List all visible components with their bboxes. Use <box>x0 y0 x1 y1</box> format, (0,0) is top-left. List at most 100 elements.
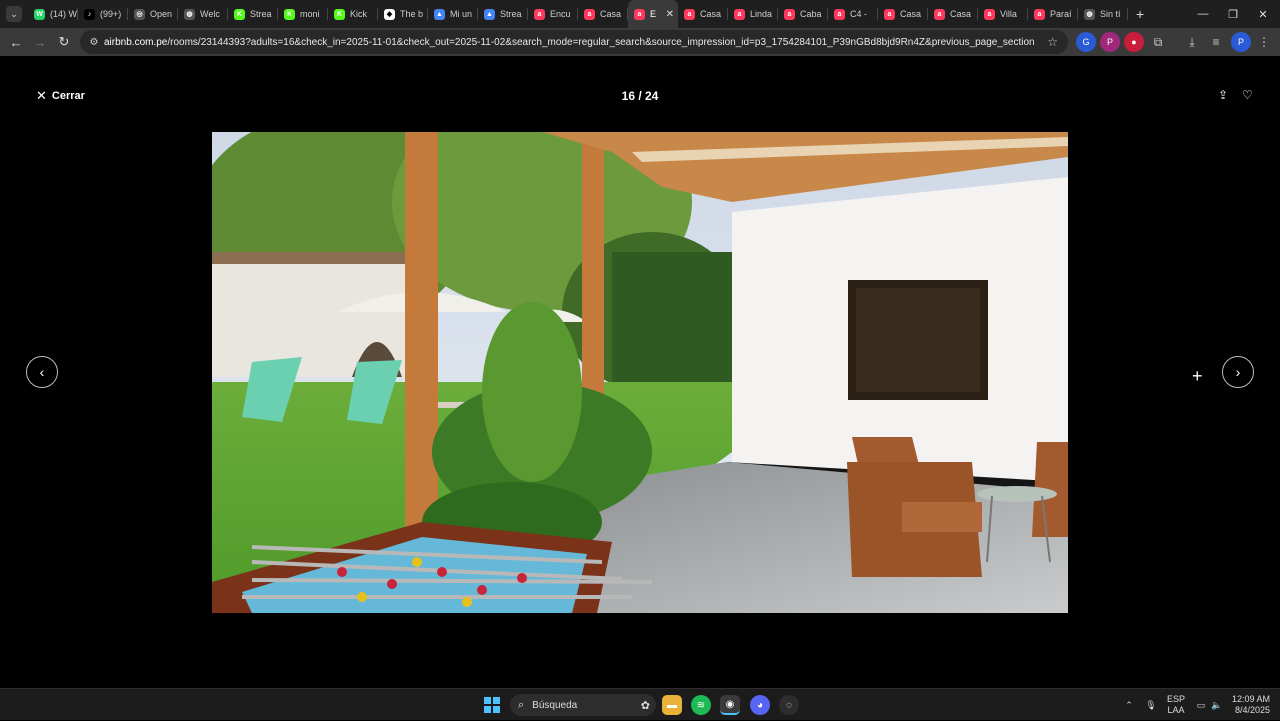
bookmark-star-icon[interactable]: ☆ <box>1047 35 1058 49</box>
tab-label: Casa <box>700 9 722 19</box>
close-gallery-button[interactable]: ✕ Cerrar <box>36 88 85 104</box>
share-icon[interactable]: ⇪ <box>1218 88 1228 102</box>
minimize-icon[interactable]: — <box>1188 0 1218 28</box>
tab-favicon-icon: a <box>584 8 595 20</box>
close-window-icon[interactable]: ✕ <box>1248 0 1278 28</box>
site-settings-icon[interactable]: ⚙ <box>84 37 104 48</box>
tab-favicon-icon: a <box>934 8 945 20</box>
tray-overflow-icon[interactable]: ⌃ <box>1122 689 1136 721</box>
tab-favicon-icon: a <box>1034 8 1045 20</box>
browser-tab[interactable]: a Encu <box>528 0 578 28</box>
app-icon[interactable]: ◌ <box>779 695 799 715</box>
tab-label: Caba <box>800 9 822 19</box>
browser-menu-icon[interactable]: ⋮ <box>1254 32 1274 52</box>
tab-close-icon[interactable]: ✕ <box>666 9 674 20</box>
crosshair-cursor-icon: + <box>1192 366 1203 386</box>
tab-label: (14) W <box>50 9 77 19</box>
url-domain: airbnb.com.pe <box>104 36 168 48</box>
network-icon[interactable]: ▭ <box>1194 689 1208 721</box>
sunflower-widget-icon: ✿ <box>640 699 650 712</box>
browser-tab[interactable]: ◍ Sin tí <box>1078 0 1128 28</box>
browser-toolbar: ← → ↻ ⚙ airbnb.com.pe/rooms/23144393?adu… <box>0 28 1280 56</box>
tab-favicon-icon: a <box>684 8 695 20</box>
language-indicator[interactable]: ESP LAA <box>1164 689 1188 721</box>
url-path: /rooms/23144393?adults=16&check_in=2025-… <box>167 36 1034 48</box>
spotify-icon[interactable]: ≋ <box>691 695 711 715</box>
browser-tab[interactable]: ◍ Welc <box>178 0 228 28</box>
reading-list-icon[interactable]: ≡ <box>1206 32 1226 52</box>
browser-tab[interactable]: K Strea <box>228 0 278 28</box>
tab-label: Paraí <box>1050 9 1072 19</box>
browser-tab[interactable]: ◎ Open <box>128 0 178 28</box>
discord-icon[interactable]: ◕ <box>750 695 770 715</box>
windows-start-icon[interactable] <box>484 697 500 713</box>
browser-tab[interactable]: ◆ The b <box>378 0 428 28</box>
taskbar-search-box[interactable]: ⌕ Búsqueda ✿ <box>510 694 656 716</box>
forward-arrow-icon[interactable]: → <box>28 30 52 54</box>
browser-tab[interactable]: a Casa <box>928 0 978 28</box>
file-explorer-icon[interactable]: ▬ <box>662 695 682 715</box>
maximize-icon[interactable]: ❐ <box>1218 0 1248 28</box>
microphone-icon[interactable]: 🎙 <box>1144 689 1158 721</box>
browser-tab[interactable]: a Villa <box>978 0 1028 28</box>
search-icon: ⌕ <box>518 698 525 711</box>
search-placeholder: Búsqueda <box>532 699 578 711</box>
chrome-icon[interactable]: ◉ <box>720 695 740 715</box>
tab-label: Kick <box>350 9 368 19</box>
browser-tab[interactable]: a C4 - <box>828 0 878 28</box>
tab-label: The b <box>400 9 424 19</box>
next-photo-button[interactable]: › <box>1222 356 1254 388</box>
tab-label: Casa <box>600 9 622 19</box>
patio-photo <box>212 132 1068 613</box>
reload-icon[interactable]: ↻ <box>52 30 76 54</box>
new-tab-plus-icon[interactable]: + <box>1136 6 1144 22</box>
tab-favicon-icon: K <box>284 8 295 20</box>
browser-tab[interactable]: a E ✕ <box>628 0 678 28</box>
photo-counter: 16 / 24 <box>621 89 659 103</box>
tab-favicon-icon: a <box>984 8 995 20</box>
profile-avatar[interactable]: P <box>1231 32 1251 52</box>
heart-icon[interactable]: ♡ <box>1242 88 1253 102</box>
tab-favicon-icon: ▲ <box>484 8 495 20</box>
extensions-puzzle-icon[interactable]: ⧉ <box>1148 32 1168 52</box>
browser-tab[interactable]: a Caba <box>778 0 828 28</box>
download-icon[interactable]: ⤓ <box>1182 32 1202 52</box>
browser-tab[interactable]: a Casa <box>678 0 728 28</box>
browser-tab[interactable]: Kmoni <box>278 0 328 28</box>
browser-tab[interactable]: a Casa <box>578 0 628 28</box>
tab-favicon-icon: K <box>234 8 245 20</box>
previous-photo-button[interactable]: ‹ <box>26 356 58 388</box>
back-arrow-icon[interactable]: ← <box>4 30 28 54</box>
tab-favicon-icon: ◎ <box>134 8 145 20</box>
tab-label: Linda <box>750 9 773 19</box>
tab-label: Strea <box>500 9 522 19</box>
system-clock[interactable]: 12:09 AM 8/4/2025 <box>1228 689 1270 721</box>
close-icon: ✕ <box>36 88 47 103</box>
tab-label: Welc <box>200 9 220 19</box>
tab-label: Mi un <box>450 9 473 19</box>
address-bar[interactable]: ⚙ airbnb.com.pe/rooms/23144393?adults=16… <box>80 30 1068 54</box>
browser-tab[interactable]: K Kick <box>328 0 378 28</box>
tab-favicon-icon: K <box>334 8 345 20</box>
browser-tab[interactable]: ♪ (99+) <box>78 0 128 28</box>
browser-tab[interactable]: W (14) W <box>28 0 78 28</box>
volume-icon[interactable]: 🔈 <box>1210 689 1224 721</box>
browser-tab[interactable]: a Linda <box>728 0 778 28</box>
tab-search-chevron-icon[interactable]: ⌄ <box>6 6 22 22</box>
extension-icon[interactable]: P <box>1100 32 1120 52</box>
browser-tab[interactable]: a Paraí <box>1028 0 1078 28</box>
tab-favicon-icon: ◆ <box>384 8 395 20</box>
extension-icon[interactable]: G <box>1076 32 1096 52</box>
browser-tab[interactable]: ▲ Strea <box>478 0 528 28</box>
close-label: Cerrar <box>51 90 85 102</box>
tab-favicon-icon: ◍ <box>184 8 195 20</box>
browser-tab[interactable]: ▲ Mi un <box>428 0 478 28</box>
tab-label: Open <box>150 9 173 19</box>
tab-label: C4 - <box>850 9 868 19</box>
browser-tab[interactable]: a Casa <box>878 0 928 28</box>
tab-label: Casa <box>950 9 972 19</box>
url-text[interactable]: airbnb.com.pe/rooms/23144393?adults=16&c… <box>104 37 1034 48</box>
tab-favicon-icon: a <box>884 8 895 20</box>
extension-icon[interactable]: ● <box>1124 32 1144 52</box>
tab-favicon-icon: a <box>834 8 845 20</box>
